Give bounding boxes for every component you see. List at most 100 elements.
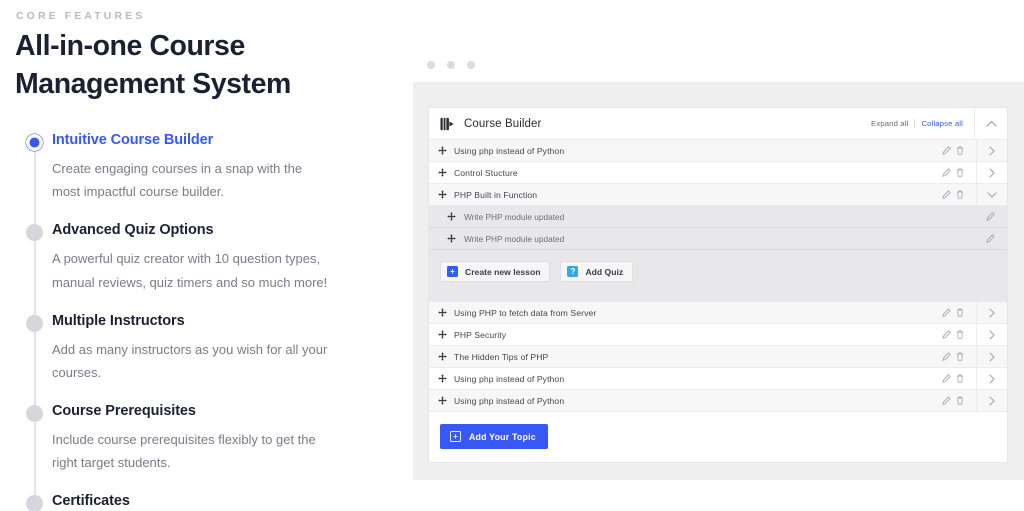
expand-all-link[interactable]: Expand all (871, 119, 908, 128)
feature-item[interactable]: Multiple InstructorsAdd as many instruct… (14, 313, 400, 384)
feature-item[interactable]: CertificatesReward your students with be… (14, 493, 400, 511)
delete-topic-button[interactable] (953, 308, 966, 317)
create-new-lesson-button[interactable]: +Create new lesson (440, 261, 550, 282)
toggle-topic-button[interactable] (976, 390, 1007, 411)
delete-topic-button[interactable] (953, 396, 966, 405)
feature-description: Add as many instructors as you wish for … (52, 338, 332, 384)
trash-icon (956, 190, 964, 199)
edit-topic-button[interactable] (940, 146, 953, 155)
pencil-icon (986, 212, 995, 221)
pencil-icon (942, 168, 951, 177)
delete-topic-button[interactable] (953, 168, 966, 177)
section-eyebrow: CORE FEATURES (16, 10, 400, 22)
topic-label: The Hidden Tips of PHP (454, 352, 548, 362)
topic-row[interactable]: Control Stucture (429, 162, 1007, 184)
move-arrows-icon (447, 212, 456, 221)
feature-item[interactable]: Course PrerequisitesInclude course prere… (14, 403, 400, 474)
move-arrows-icon (438, 308, 447, 317)
add-your-topic-button[interactable]: +Add Your Topic (440, 424, 548, 449)
topic-row[interactable]: Using php instead of Python (429, 368, 1007, 390)
drag-handle[interactable] (438, 146, 447, 155)
chevron-right-icon (989, 352, 995, 362)
pencil-icon (942, 374, 951, 383)
trash-icon (956, 352, 964, 361)
drag-handle[interactable] (438, 374, 447, 383)
lesson-row[interactable]: Write PHP module updated (429, 228, 1007, 250)
course-builder-title: Course Builder (464, 118, 541, 130)
header-collapse-toggle[interactable] (974, 108, 1007, 139)
delete-topic-button[interactable] (953, 330, 966, 339)
chevron-right-icon (989, 374, 995, 384)
topic-row[interactable]: PHP Built in Function (429, 184, 1007, 206)
topic-row[interactable]: Using php instead of Python (429, 390, 1007, 412)
trash-icon (956, 330, 964, 339)
drag-handle[interactable] (438, 352, 447, 361)
topic-label: PHP Security (454, 330, 506, 340)
topic-label: Using php instead of Python (454, 374, 564, 384)
move-arrows-icon (438, 190, 447, 199)
delete-topic-button[interactable] (953, 352, 966, 361)
button-label: Add Quiz (585, 267, 623, 277)
plus-square-icon: + (447, 266, 458, 277)
icon-glyph: ? (567, 266, 578, 277)
topic-row[interactable]: PHP Security (429, 324, 1007, 346)
move-arrows-icon (438, 374, 447, 383)
drag-handle[interactable] (438, 168, 447, 177)
topic-row[interactable]: The Hidden Tips of PHP (429, 346, 1007, 368)
edit-topic-button[interactable] (940, 168, 953, 177)
toggle-topic-button[interactable] (976, 368, 1007, 389)
topic-actions (940, 140, 1007, 161)
edit-topic-button[interactable] (940, 396, 953, 405)
lesson-row[interactable]: Write PHP module updated (429, 206, 1007, 228)
drag-handle[interactable] (447, 212, 456, 221)
collapse-all-link[interactable]: Collapse all (921, 119, 963, 128)
pencil-icon (942, 308, 951, 317)
chevron-right-icon (989, 168, 995, 178)
edit-topic-button[interactable] (940, 330, 953, 339)
feature-title: Advanced Quiz Options (52, 222, 400, 238)
page-title: All-in-one Course Management System (15, 28, 400, 103)
pencil-icon (942, 352, 951, 361)
toggle-topic-button[interactable] (976, 302, 1007, 323)
edit-lesson-button[interactable] (986, 234, 995, 243)
topic-label: Using PHP to fetch data from Server (454, 308, 596, 318)
topic-actions (940, 184, 1007, 205)
toggle-topic-button[interactable] (976, 346, 1007, 367)
toggle-topic-button[interactable] (976, 184, 1007, 205)
edit-topic-button[interactable] (940, 374, 953, 383)
toggle-topic-button[interactable] (976, 140, 1007, 161)
move-arrows-icon (438, 168, 447, 177)
icon-glyph: + (447, 266, 458, 277)
drag-handle[interactable] (447, 234, 456, 243)
topic-row[interactable]: Using PHP to fetch data from Server (429, 302, 1007, 324)
delete-topic-button[interactable] (953, 374, 966, 383)
window-dot (447, 61, 455, 69)
move-arrows-icon (438, 352, 447, 361)
plus-box-icon: + (450, 431, 461, 442)
drag-handle[interactable] (438, 190, 447, 199)
headline-line-2: Management System (15, 66, 400, 104)
topic-row[interactable]: Using php instead of Python (429, 140, 1007, 162)
delete-topic-button[interactable] (953, 190, 966, 199)
add-quiz-button[interactable]: ? Add Quiz (560, 261, 633, 282)
trash-icon (956, 374, 964, 383)
edit-topic-button[interactable] (940, 352, 953, 361)
divider (914, 119, 915, 128)
edit-topic-button[interactable] (940, 308, 953, 317)
edit-topic-button[interactable] (940, 190, 953, 199)
edit-lesson-button[interactable] (986, 212, 995, 221)
toggle-topic-button[interactable] (976, 324, 1007, 345)
feature-item[interactable]: Intuitive Course BuilderCreate engaging … (14, 132, 400, 203)
toggle-topic-button[interactable] (976, 162, 1007, 183)
delete-topic-button[interactable] (953, 146, 966, 155)
feature-timeline-dot (26, 495, 43, 511)
drag-handle[interactable] (438, 330, 447, 339)
drag-handle[interactable] (438, 308, 447, 317)
topic-actions (940, 346, 1007, 367)
drag-handle[interactable] (438, 396, 447, 405)
topic-label: PHP Built in Function (454, 190, 537, 200)
pencil-icon (942, 146, 951, 155)
add-topic-area: +Add Your Topic (429, 412, 1007, 462)
feature-item[interactable]: Advanced Quiz OptionsA powerful quiz cre… (14, 222, 400, 293)
topic-actions (940, 390, 1007, 411)
